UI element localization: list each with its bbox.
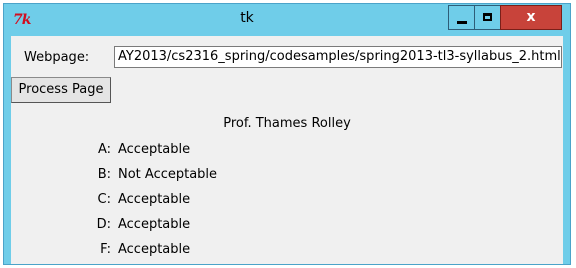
webpage-url-text: AY2013/cs2316_spring/codesamples/spring2… [118,49,561,64]
process-page-button[interactable]: Process Page [11,77,111,103]
grade-letter: A: [97,142,111,157]
grade-row-c: C: Acceptable [89,192,191,207]
grade-letter: C: [97,192,111,207]
webpage-label: Webpage: [24,50,90,65]
grade-row-a: A: Acceptable [89,142,190,157]
grade-status: Acceptable [118,192,191,207]
grade-letter: F: [100,242,111,257]
title-bar[interactable]: 7k tk x [4,4,570,35]
grade-letter: B: [97,167,111,182]
window-title: tk [240,10,254,26]
grade-status: Acceptable [118,242,191,257]
grade-row-b: B: Not Acceptable [89,167,217,182]
text-cursor [560,48,561,63]
grade-status: Acceptable [118,142,191,157]
maximize-icon [483,13,492,21]
close-button[interactable]: x [500,5,562,30]
grade-letter: D: [96,217,111,232]
webpage-url-input[interactable]: AY2013/cs2316_spring/codesamples/spring2… [114,46,562,68]
tk-window: 7k tk x Webpage: AY2013/cs2316_spring/co… [3,3,571,265]
grade-status: Not Acceptable [118,167,218,182]
professor-name: Prof. Thames Rolley [223,116,351,131]
grade-status: Acceptable [118,217,191,232]
grade-row-f: F: Acceptable [89,242,190,257]
maximize-button[interactable] [474,5,501,30]
client-area: Webpage: AY2013/cs2316_spring/codesample… [11,36,563,264]
minimize-icon [457,21,467,24]
close-icon: x [526,9,536,25]
grade-row-d: D: Acceptable [89,217,191,232]
minimize-button[interactable] [448,5,475,30]
